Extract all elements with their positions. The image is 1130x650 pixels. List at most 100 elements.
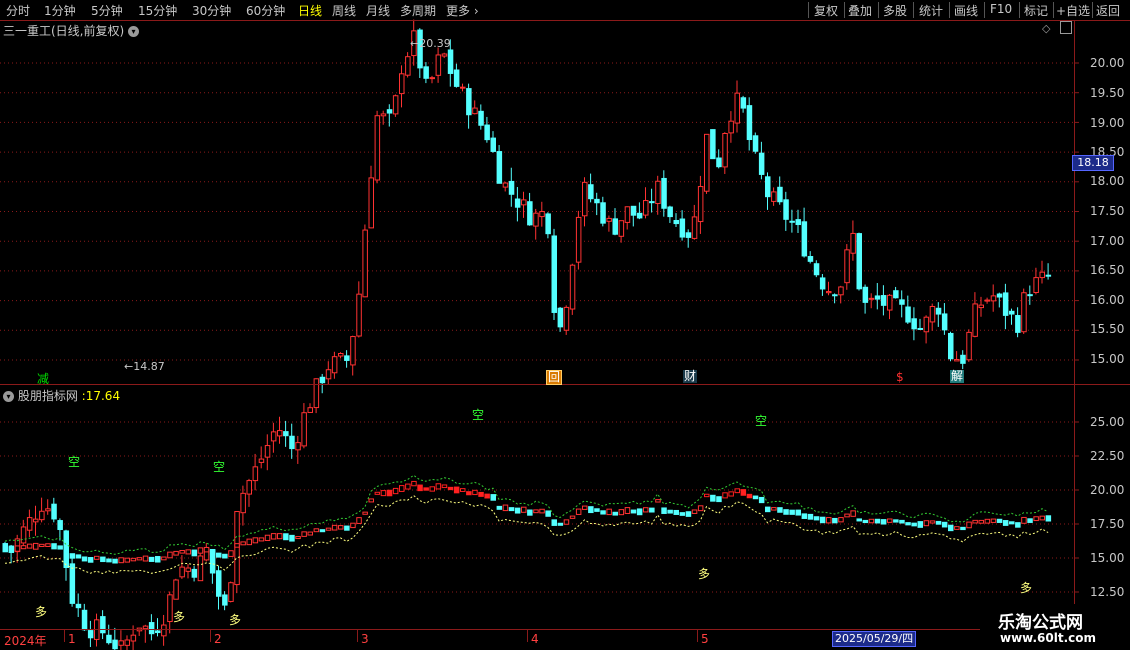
indicator-bar: [155, 556, 161, 563]
event-marker-reduce[interactable]: 减: [37, 370, 49, 387]
event-marker-buyback[interactable]: 回: [546, 370, 563, 385]
chevron-down-icon[interactable]: ▾: [3, 391, 14, 402]
indicator-bar: [630, 509, 637, 514]
indicator-bar: [765, 506, 771, 513]
price-tick: 15.00: [1090, 352, 1125, 366]
date-label: 1: [68, 632, 76, 646]
watermark-url: www.60lt.com: [1000, 631, 1097, 645]
candle-body: [356, 293, 362, 337]
candle-body: [948, 332, 954, 360]
candle-body: [246, 480, 252, 495]
window-toggle-icon[interactable]: [1060, 21, 1072, 34]
candle-body: [795, 219, 801, 226]
candle-body: [960, 354, 966, 364]
candle-body: [722, 132, 728, 168]
candle-body: [917, 327, 923, 330]
candle-body: [667, 206, 673, 218]
candle-body: [880, 295, 887, 306]
candle-body: [685, 232, 692, 238]
indicator-bar: [978, 519, 984, 524]
candle-body: [75, 603, 82, 609]
candle-body: [594, 198, 600, 204]
candle-body: [228, 582, 234, 602]
indicator-bar: [527, 509, 533, 516]
indicator-bar: [673, 509, 679, 515]
indicator-bar: [295, 536, 301, 540]
indicator-bar: [899, 519, 905, 524]
indicator-bar: [911, 522, 917, 527]
candle-body: [399, 73, 405, 95]
candle-body: [191, 568, 198, 578]
candle-body: [484, 124, 490, 141]
indicator-bar: [972, 519, 978, 524]
candle-body: [405, 56, 411, 76]
candle-body: [283, 431, 289, 437]
candle-body: [1002, 292, 1009, 316]
indicator-bar: [63, 550, 69, 554]
candle-body: [234, 511, 240, 586]
event-marker-unlock[interactable]: 解: [950, 370, 965, 383]
candle-body: [527, 201, 533, 226]
indicator-bar: [216, 552, 222, 558]
indicator-bar: [807, 513, 814, 520]
candle-body: [905, 306, 911, 323]
candle-body: [252, 466, 259, 482]
candle-body: [588, 184, 594, 200]
indicator-bar: [1033, 516, 1039, 522]
indicator-bar: [856, 518, 862, 522]
indicator-bar: [740, 489, 747, 496]
indicator-bar: [130, 557, 137, 562]
candle-body: [429, 77, 435, 80]
candle-body: [69, 563, 76, 604]
kline-chart[interactable]: [0, 0, 1130, 650]
diamond-icon[interactable]: ◇: [1042, 22, 1050, 35]
indicator-value: :17.64: [81, 389, 121, 403]
candle-body: [758, 152, 765, 175]
indicator-bar: [234, 543, 240, 548]
event-marker-dividend[interactable]: $: [896, 370, 904, 384]
candle-body: [380, 113, 387, 117]
date-tick: [210, 630, 211, 642]
indicator-bar: [661, 507, 667, 514]
candle-body: [1009, 310, 1015, 315]
candle-body: [972, 303, 978, 337]
candle-body: [185, 567, 191, 572]
signal-short: 空: [472, 408, 485, 422]
signal-long: 多: [698, 567, 711, 581]
date-label: 2024年: [4, 634, 47, 648]
watermark-title: 乐淘公式网: [998, 613, 1083, 633]
indicator-tick: 15.00: [1090, 551, 1125, 565]
event-marker-finance[interactable]: 财: [683, 370, 698, 383]
indicator-bar: [39, 543, 45, 547]
candle-body: [435, 54, 442, 76]
candle-body: [1039, 271, 1045, 279]
indicator-bar: [447, 486, 454, 491]
indicator-bar: [691, 509, 698, 514]
candle-body: [661, 177, 667, 209]
signal-long: 多: [173, 610, 186, 624]
indicator-bar: [161, 556, 167, 561]
indicator-bar: [173, 550, 179, 556]
indicator-bar: [283, 533, 289, 541]
indicator-title: ▾ 股朋指标网 :17.64: [3, 387, 120, 404]
indicator-bar: [142, 555, 149, 562]
candle-body: [850, 232, 856, 254]
candle-body: [807, 256, 814, 262]
indicator-bar: [502, 504, 509, 512]
price-tick: 19.50: [1090, 86, 1125, 100]
candle-body: [362, 229, 368, 298]
indicator-bar: [57, 545, 63, 550]
chevron-down-icon[interactable]: ▾: [128, 26, 140, 37]
indicator-bar: [8, 546, 15, 553]
indicator-bar: [954, 526, 960, 530]
candle-body: [832, 294, 838, 297]
candle-body: [1045, 274, 1052, 277]
indicator-bar: [374, 491, 381, 495]
indicator-bar: [643, 507, 649, 513]
indicator-bar: [441, 484, 448, 489]
indicator-bar: [356, 517, 362, 524]
indicator-bar: [258, 537, 265, 542]
indicator-bar: [624, 507, 631, 514]
selected-date-tag: 2025/05/29/四: [832, 631, 917, 647]
indicator-bar: [917, 521, 923, 528]
